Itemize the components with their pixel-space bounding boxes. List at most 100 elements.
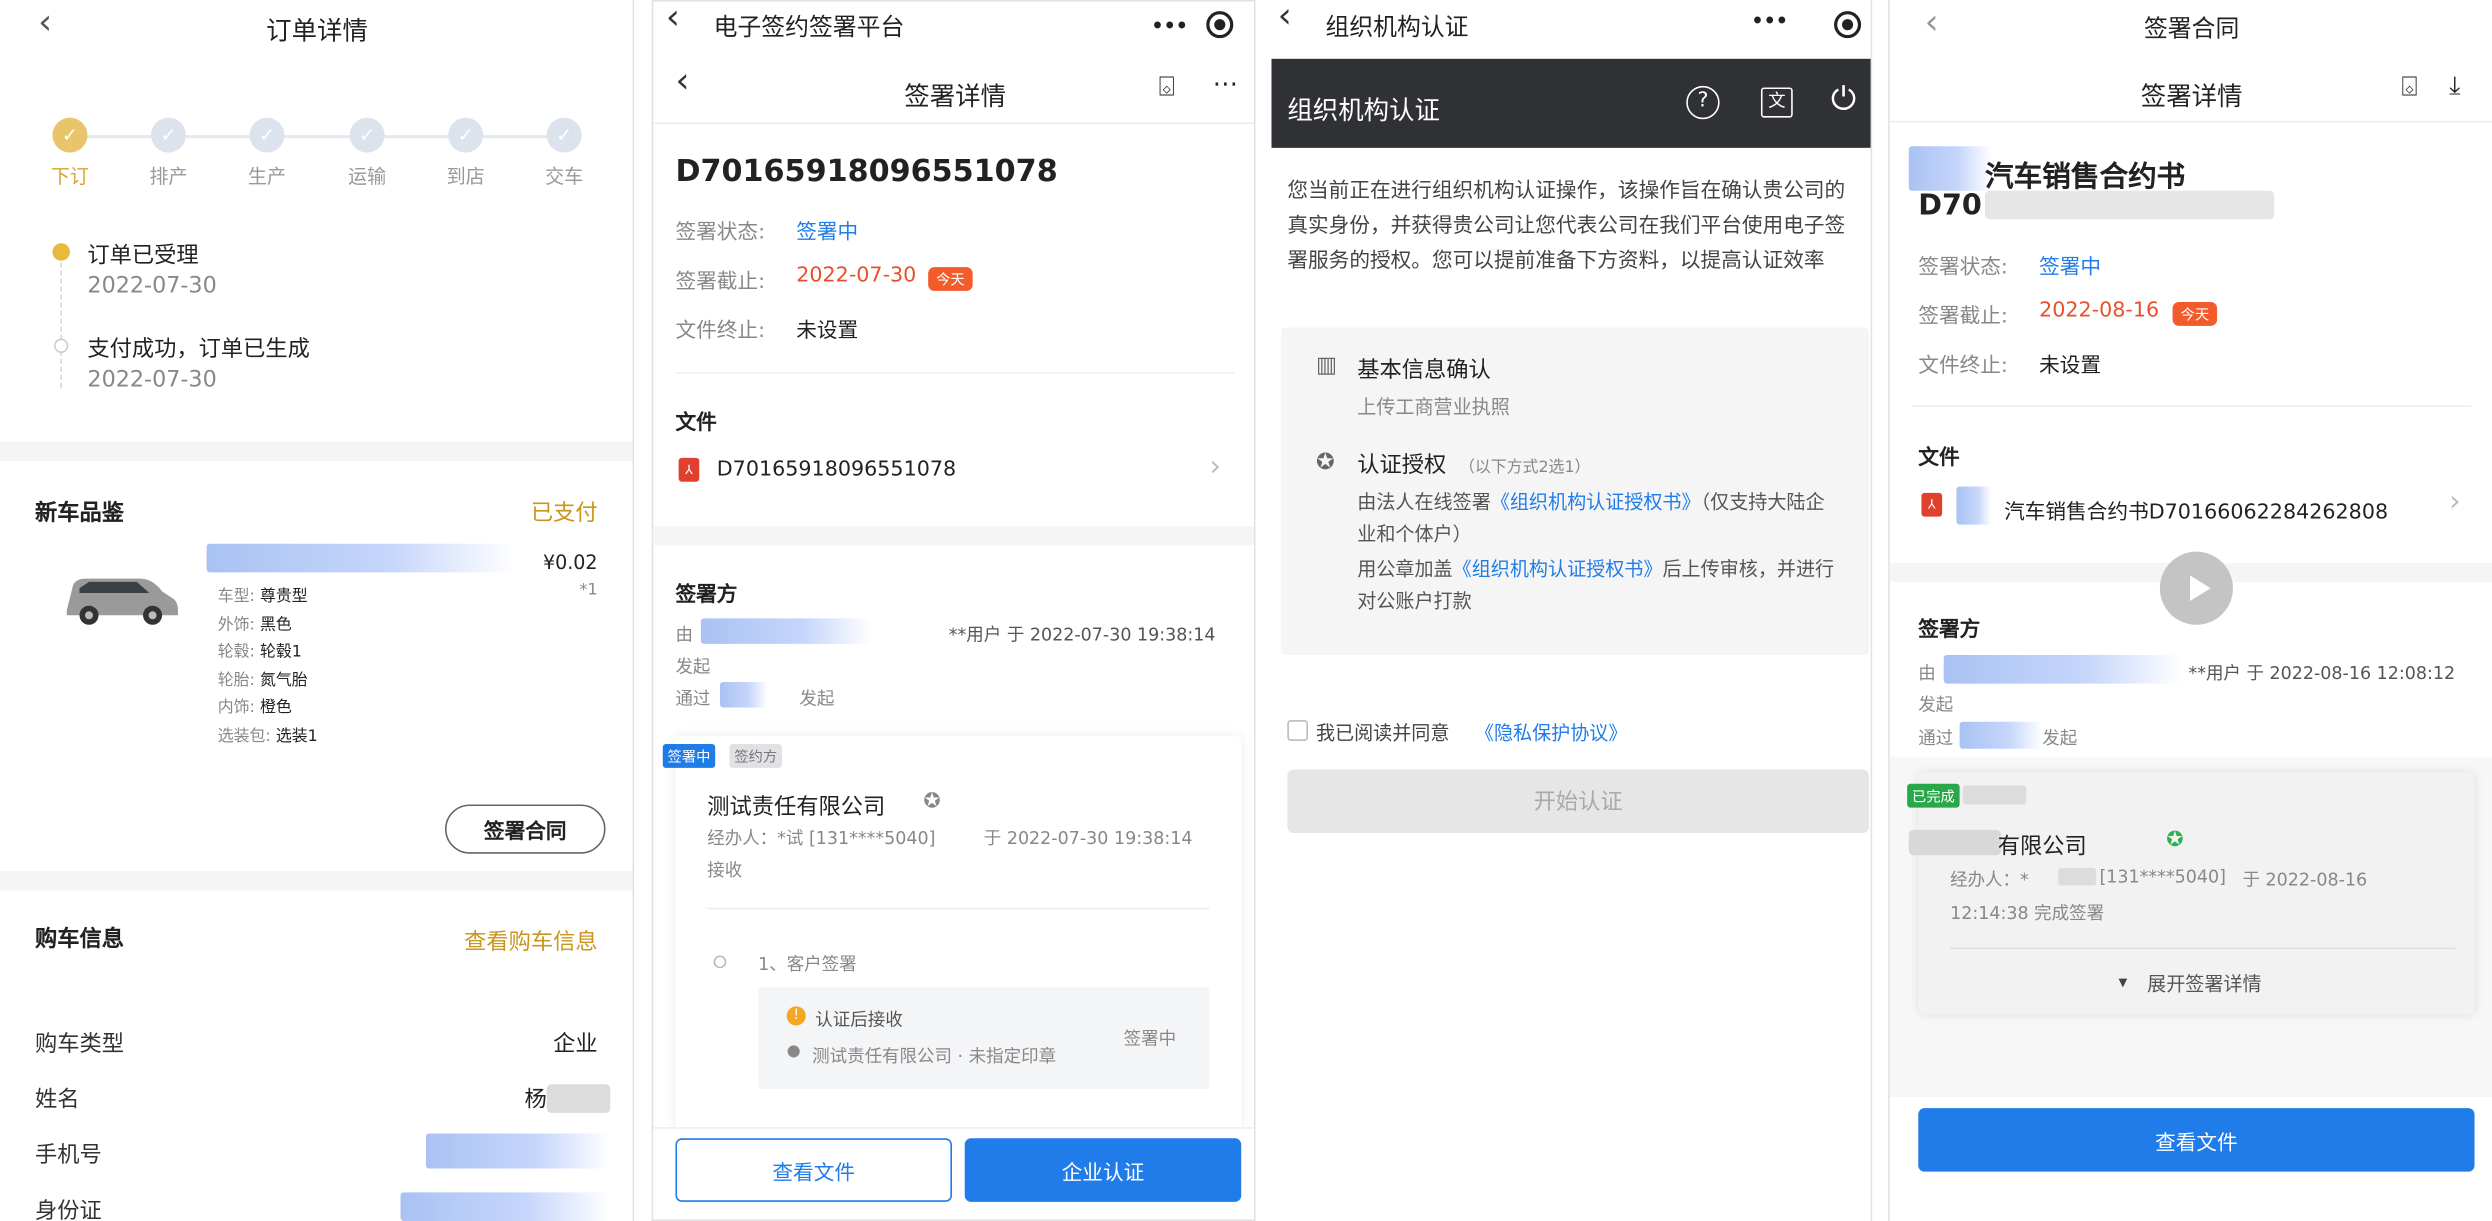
help-icon[interactable]: ?: [1686, 85, 1720, 120]
step-label: 生产: [247, 165, 287, 188]
agree-checkbox[interactable]: [1287, 720, 1308, 741]
via-prefix: 通过: [675, 688, 711, 710]
file-name-redacted: [1956, 486, 1992, 525]
step-pending-icon: ✓: [349, 117, 385, 153]
car-name-redacted: [206, 543, 515, 573]
authorization-letter-link[interactable]: 《组织机构认证授权书》: [1453, 558, 1663, 580]
more-icon[interactable]: •••: [1751, 10, 1788, 32]
privacy-link[interactable]: 《隐私保护协议》: [1475, 719, 1628, 746]
close-mini-program-icon[interactable]: [1834, 11, 1862, 39]
status-label: 签署状态:: [675, 220, 766, 245]
step-label: 排产: [149, 165, 188, 188]
agent-info: 经办人：*试 [131****5040]: [707, 828, 936, 849]
row-label: 购车类型: [34, 1031, 124, 1058]
pdf-icon: ⅄: [1921, 492, 1943, 517]
agent-phone: [131****5040]: [2099, 866, 2226, 888]
caret-down-icon[interactable]: ▾: [2119, 971, 2128, 992]
seal-text: 测试责任有限公司 · 未指定印章: [812, 1046, 1057, 1067]
sign-contract-screen: ‹ 签署合同 签署详情 ⌺ ⤓ 汽车销售合约书 D701 签署状态: 签署中 签…: [1888, 0, 2492, 1221]
header-title: 组织机构认证: [1287, 95, 1440, 126]
divider: [653, 122, 1254, 125]
view-file-button[interactable]: 查看文件: [1918, 1108, 2475, 1172]
initiator-redacted: [1943, 654, 2183, 684]
back-icon[interactable]: ‹: [666, 2, 680, 39]
divider: [707, 907, 1210, 910]
chevron-right-icon[interactable]: ›: [1209, 450, 1220, 483]
party-section-title: 签署方: [1918, 618, 1981, 643]
end-value: 未设置: [796, 319, 859, 344]
initiated-text: 发起: [1918, 694, 1954, 716]
basic-info-sub: 上传工商营业执照: [1357, 395, 1510, 419]
file-name[interactable]: 汽车销售合约书D70166062284262808: [2004, 494, 2388, 525]
start-auth-button[interactable]: 开始认证: [1287, 769, 1870, 834]
row-label: 姓名: [34, 1087, 80, 1113]
org-auth-screen: ‹ 组织机构认证 ••• 组织机构认证 ? 文 ⏻ 您当前正在进行组织机构认证操…: [1271, 0, 1873, 1221]
pay-status: 已支付: [530, 500, 598, 527]
warning-icon: !: [786, 1006, 806, 1026]
option-seal-upload: 用公章加盖《组织机构认证授权书》后上传审核，并进行对公账户打款: [1357, 558, 1835, 613]
spec-list: 车型: 尊贵型 外饰: 黑色 轮毂: 轮毂1 轮胎: 氮气胎 内饰: 橙色 选装…: [218, 583, 318, 750]
play-icon[interactable]: [2159, 551, 2233, 625]
divider: [675, 372, 1235, 374]
accept-text: 接收: [707, 860, 743, 881]
step-label: 下订: [50, 165, 90, 188]
close-mini-program-icon[interactable]: [1206, 11, 1234, 39]
back-icon[interactable]: ‹: [1278, 0, 1292, 37]
doc-title: 汽车销售合约书: [1985, 160, 2186, 194]
more-icon[interactable]: ⋯: [1213, 68, 1238, 98]
enterprise-auth-button[interactable]: 企业认证: [964, 1138, 1242, 1202]
company-redacted: [1908, 829, 2001, 856]
download-icon[interactable]: ⤓: [2449, 70, 2460, 102]
step-dot-icon: [713, 955, 727, 969]
basic-info-title: 基本信息确认: [1357, 357, 1491, 384]
sign-contract-button[interactable]: 签署合同: [445, 804, 606, 854]
step-label: 到店: [446, 165, 485, 188]
tag-redacted: [1962, 785, 2027, 805]
user-icon: ●: [786, 1042, 801, 1061]
view-file-button[interactable]: 查看文件: [675, 1138, 952, 1202]
bookmark-icon[interactable]: ⌺: [1159, 72, 1175, 104]
sign-detail-screen: ‹ 电子签约签署平台 ••• ‹ 签署详情 ⌺ ⋯ D7016591809655…: [651, 0, 1256, 1221]
company-name: 测试责任有限公司: [707, 794, 886, 821]
chevron-right-icon[interactable]: ›: [2449, 485, 2460, 518]
translate-icon[interactable]: 文: [1760, 87, 1793, 118]
status-label: 签署状态:: [1918, 255, 2008, 280]
initiator-info: **用户 于 2022-07-30 19:38:14: [948, 624, 1216, 646]
timeline-text: 支付成功，订单已生成: [87, 337, 310, 363]
spec-row: 车型: 尊贵型: [217, 588, 308, 606]
pdf-icon: ⅄: [678, 457, 700, 482]
authorization-letter-link[interactable]: 《组织机构认证授权书》: [1491, 491, 1701, 513]
divider: [0, 441, 633, 462]
status-value: 签署中: [2039, 255, 2102, 280]
file-name[interactable]: D70165918096551078: [717, 458, 956, 482]
option-online-sign: 由法人在线签署《组织机构认证授权书》（仅支持大陆企业和个体户）: [1357, 491, 1825, 546]
more-icon[interactable]: •••: [1151, 14, 1188, 36]
buy-info-title: 购车信息: [34, 926, 124, 953]
timeline-date: 2022-07-30: [87, 273, 217, 299]
expand-details-link[interactable]: 展开签署详情: [2147, 970, 2261, 997]
via-suffix: 发起: [2042, 728, 2078, 749]
app-title: 电子签约签署平台: [713, 12, 905, 42]
deadline-value: 2022-07-30: [796, 263, 917, 288]
price: ¥0.02: [542, 551, 598, 574]
step-done-icon: ✓: [52, 117, 88, 153]
bookmark-icon[interactable]: ⌺: [2401, 72, 2417, 104]
initiator-prefix: 由: [675, 624, 693, 646]
timeline-dot-icon: [52, 243, 70, 261]
initiator-redacted: [700, 618, 873, 644]
power-icon[interactable]: ⏻: [1831, 79, 1856, 117]
app-title: 组织机构认证: [1325, 12, 1469, 42]
auth-note: （以下方式2选1）: [1458, 459, 1591, 477]
spec-row: 轮毂: 轮毂1: [217, 643, 302, 662]
initiated-text: 发起: [675, 656, 711, 678]
name-redacted: [546, 1084, 611, 1113]
step-label: 运输: [348, 165, 387, 188]
car-image: [57, 569, 181, 629]
divider: [1911, 405, 2472, 407]
today-badge: 今天: [2172, 302, 2218, 326]
step-pending-icon: ✓: [546, 117, 582, 153]
view-buy-info-link[interactable]: 查看购车信息: [464, 925, 598, 957]
timeline-date: 2022-07-30: [87, 367, 217, 393]
step-pending-icon: ✓: [150, 117, 186, 153]
id-redacted: [400, 1192, 611, 1221]
